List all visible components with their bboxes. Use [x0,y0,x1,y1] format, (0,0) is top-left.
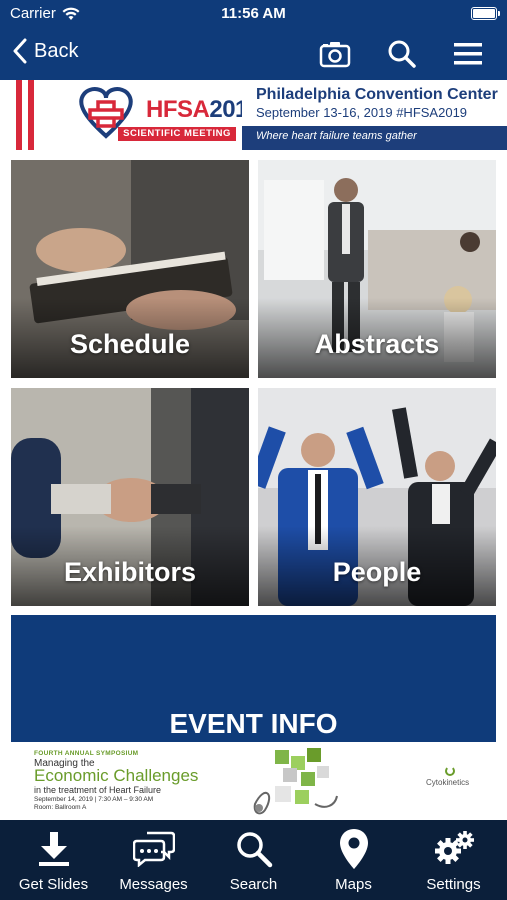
tab-get-slides[interactable]: Get Slides [3,820,104,900]
ad-headline: Economic Challenges [34,766,199,785]
tab-maps[interactable]: Maps [303,820,404,900]
ad-room: Room: Ballroom A [34,804,87,811]
clock: 11:56 AM [221,5,286,22]
event-dates: September 13-16, 2019 #HFSA2019 [256,105,468,120]
tab-bar: Get Slides Messages Search Maps Settings [0,820,507,900]
tab-label: Settings [426,876,481,893]
people-tile[interactable]: People [258,388,496,606]
cytokinetics-logo-icon [445,766,455,776]
tab-icon-wrap [103,828,204,870]
menu-button[interactable] [452,38,484,70]
schedule-label: Schedule [69,329,191,359]
tab-label: Maps [335,876,372,893]
tab-label: Messages [119,876,188,893]
map-pin-icon [339,829,368,869]
abstracts-label: Abstracts [314,329,440,359]
event-info-label: EVENT INFO [169,708,338,739]
tab-search[interactable]: Search [203,820,304,900]
back-button[interactable]: Back [12,38,78,64]
conference-banner: HFSA2019 SCIENTIFIC MEETING Philadelphia… [0,80,507,150]
exhibitors-tile[interactable]: Exhibitors [11,388,249,606]
search-button[interactable] [386,38,418,70]
schedule-tile[interactable]: Schedule [11,160,249,378]
event-info-margin-right [496,615,507,743]
event-info-button[interactable]: EVENT INFO [11,615,496,743]
venue-block: Philadelphia Convention Center September… [242,80,507,150]
nav-bar: Back [0,28,507,80]
tab-icon-wrap [203,828,304,870]
hamburger-menu-icon [454,43,482,65]
logo-subtitle: SCIENTIFIC MEETING [118,127,236,141]
tab-label: Get Slides [18,876,89,893]
gears-icon [434,831,474,864]
camera-button[interactable] [319,38,351,70]
search-icon [236,832,272,868]
tagline: Where heart failure teams gather [256,130,417,142]
tab-icon-wrap [303,828,404,870]
ad-line-3: in the treatment of Heart Failure [34,785,162,795]
tab-icon-wrap [403,828,504,870]
logo-name: HFSA [146,96,210,123]
exhibitors-label: Exhibitors [63,557,197,587]
ad-kicker: FOURTH ANNUAL SYMPOSIUM [34,750,139,757]
tab-icon-wrap [3,828,104,870]
ad-sponsor: Cytokinetics [426,778,470,787]
back-label: Back [34,39,79,62]
tab-label: Search [229,876,278,893]
tab-messages[interactable]: Messages [103,820,204,900]
search-icon [388,40,416,68]
banner-stripes [16,80,36,150]
chevron-left-icon [13,38,27,64]
status-bar: Carrier 11:56 AM [0,0,507,28]
event-info-margin-left [0,615,11,743]
camera-icon [319,42,351,68]
ad-illustration [253,748,338,815]
tagline-bar: Where heart failure teams gather [242,126,507,150]
people-label: People [332,557,422,587]
venue-name: Philadelphia Convention Center [256,86,498,103]
ad-date-time: September 14, 2019 | 7:30 AM – 9:30 AM [34,796,154,803]
abstracts-tile[interactable]: Abstracts [258,160,496,378]
download-icon [38,832,69,866]
messages-icon [132,831,175,867]
battery-icon [471,7,500,20]
tiles-grid: Schedule Abstracts Exhibitors People [0,150,507,615]
sponsor-ad-banner[interactable]: FOURTH ANNUAL SYMPOSIUM Managing the Eco… [0,742,507,820]
tab-settings[interactable]: Settings [403,820,504,900]
